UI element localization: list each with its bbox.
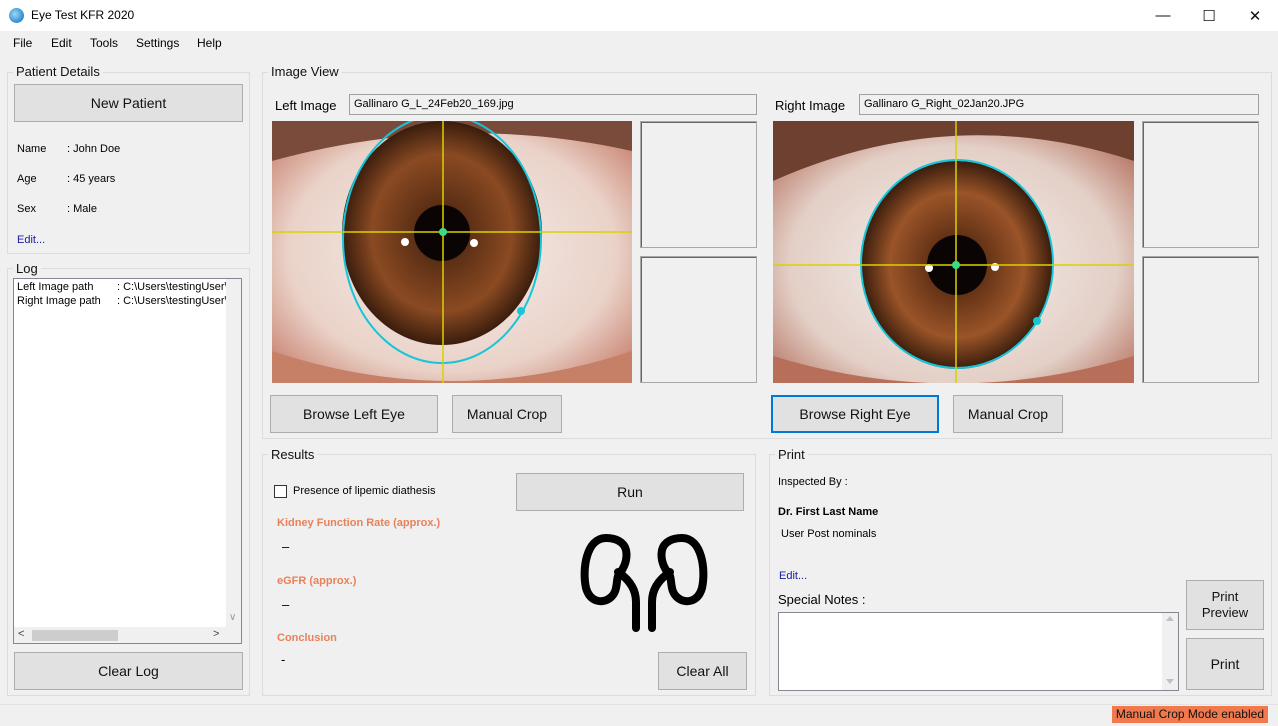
- kfr-label: Kidney Function Rate (approx.): [277, 517, 441, 529]
- status-mode-badge: Manual Crop Mode enabled: [1111, 706, 1268, 723]
- menu-tools[interactable]: Tools: [90, 36, 118, 50]
- image-view-title: Image View: [268, 64, 342, 79]
- kidney-icon: [578, 530, 712, 634]
- close-button[interactable]: ✕: [1232, 0, 1278, 31]
- print-preview-label-line2: Preview: [1201, 605, 1249, 620]
- age-value: : 45 years: [67, 173, 116, 185]
- name-value: : John Doe: [67, 143, 121, 155]
- patient-edit-link[interactable]: Edit...: [17, 234, 45, 246]
- print-preview-button[interactable]: Print Preview: [1186, 580, 1264, 630]
- log-line-value: : C:\Users\testingUser\: [117, 295, 227, 307]
- right-manual-crop-button[interactable]: Manual Crop: [953, 395, 1063, 433]
- print-preview-label-line1: Print: [1211, 589, 1239, 604]
- log-title: Log: [13, 261, 41, 276]
- maximize-button[interactable]: ☐: [1186, 0, 1232, 31]
- right-crop-preview-bottom: [1142, 256, 1259, 383]
- run-button[interactable]: Run: [516, 473, 744, 511]
- doctor-name: Dr. First Last Name: [778, 506, 879, 518]
- lipemic-checkbox-label[interactable]: Presence of lipemic diathesis: [293, 485, 435, 497]
- sex-label: Sex: [17, 203, 36, 215]
- log-line-value: : C:\Users\testingUser\: [117, 281, 227, 293]
- right-image-label: Right Image: [775, 98, 846, 113]
- menu-file[interactable]: File: [13, 36, 32, 50]
- scroll-down-icon[interactable]: ∨: [229, 612, 236, 623]
- right-eye-photo: [773, 121, 1134, 383]
- clear-log-button[interactable]: Clear Log: [14, 652, 243, 690]
- left-eye-photo: [272, 121, 632, 383]
- post-nominals: User Post nominals: [781, 528, 877, 540]
- egfr-value: –: [282, 597, 290, 612]
- left-crop-preview-bottom: [640, 256, 757, 383]
- right-eye-image[interactable]: [773, 121, 1134, 383]
- menu-bar: File Edit Tools Settings Help: [0, 31, 1278, 54]
- conclusion-label: Conclusion: [277, 632, 337, 644]
- special-notes-label: Special Notes :: [778, 592, 866, 607]
- browse-right-eye-button[interactable]: Browse Right Eye: [771, 395, 939, 433]
- left-crop-preview-top: [640, 121, 757, 248]
- log-vertical-scrollbar[interactable]: ∨: [226, 279, 241, 627]
- age-label: Age: [17, 173, 37, 185]
- left-image-filename: Gallinaro G_L_24Feb20_169.jpg: [349, 94, 757, 115]
- log-line-key: Left Image path: [17, 281, 94, 293]
- right-crop-preview-top: [1142, 121, 1259, 248]
- print-edit-link[interactable]: Edit...: [779, 570, 807, 582]
- minimize-button[interactable]: —: [1140, 0, 1186, 31]
- scroll-up-icon[interactable]: [1166, 616, 1174, 621]
- log-textbox[interactable]: Left Image path : C:\Users\testingUser\ …: [13, 278, 242, 644]
- print-title: Print: [775, 447, 808, 462]
- window-title: Eye Test KFR 2020: [31, 8, 135, 22]
- scroll-right-icon[interactable]: >: [213, 628, 219, 640]
- log-line-key: Right Image path: [17, 295, 101, 307]
- status-bar: [0, 704, 1278, 726]
- app-eye-icon: [9, 8, 24, 23]
- lipemic-checkbox[interactable]: [274, 485, 287, 498]
- right-image-filename: Gallinaro G_Right_02Jan20.JPG: [859, 94, 1259, 115]
- results-title: Results: [268, 447, 318, 462]
- patient-details-title: Patient Details: [13, 64, 103, 79]
- kfr-value: –: [282, 539, 290, 554]
- notes-scrollbar[interactable]: [1162, 613, 1178, 690]
- scroll-thumb[interactable]: [32, 630, 118, 641]
- inspected-by-label: Inspected By :: [778, 476, 848, 488]
- left-eye-image[interactable]: [272, 121, 632, 383]
- log-horizontal-scrollbar[interactable]: < >: [14, 627, 241, 643]
- egfr-label: eGFR (approx.): [277, 575, 357, 587]
- scroll-left-icon[interactable]: <: [18, 628, 24, 640]
- new-patient-button[interactable]: New Patient: [14, 84, 243, 122]
- conclusion-value: -: [281, 652, 286, 667]
- menu-help[interactable]: Help: [197, 36, 222, 50]
- print-button[interactable]: Print: [1186, 638, 1264, 690]
- left-image-label: Left Image: [275, 98, 337, 113]
- menu-settings[interactable]: Settings: [136, 36, 179, 50]
- title-bar: Eye Test KFR 2020 — ☐ ✕: [0, 0, 1278, 31]
- menu-edit[interactable]: Edit: [51, 36, 72, 50]
- clear-all-button[interactable]: Clear All: [658, 652, 747, 690]
- browse-left-eye-button[interactable]: Browse Left Eye: [270, 395, 438, 433]
- scroll-down-icon[interactable]: [1166, 679, 1174, 684]
- sex-value: : Male: [67, 203, 97, 215]
- name-label: Name: [17, 143, 47, 155]
- special-notes-textarea[interactable]: [778, 612, 1179, 691]
- left-manual-crop-button[interactable]: Manual Crop: [452, 395, 562, 433]
